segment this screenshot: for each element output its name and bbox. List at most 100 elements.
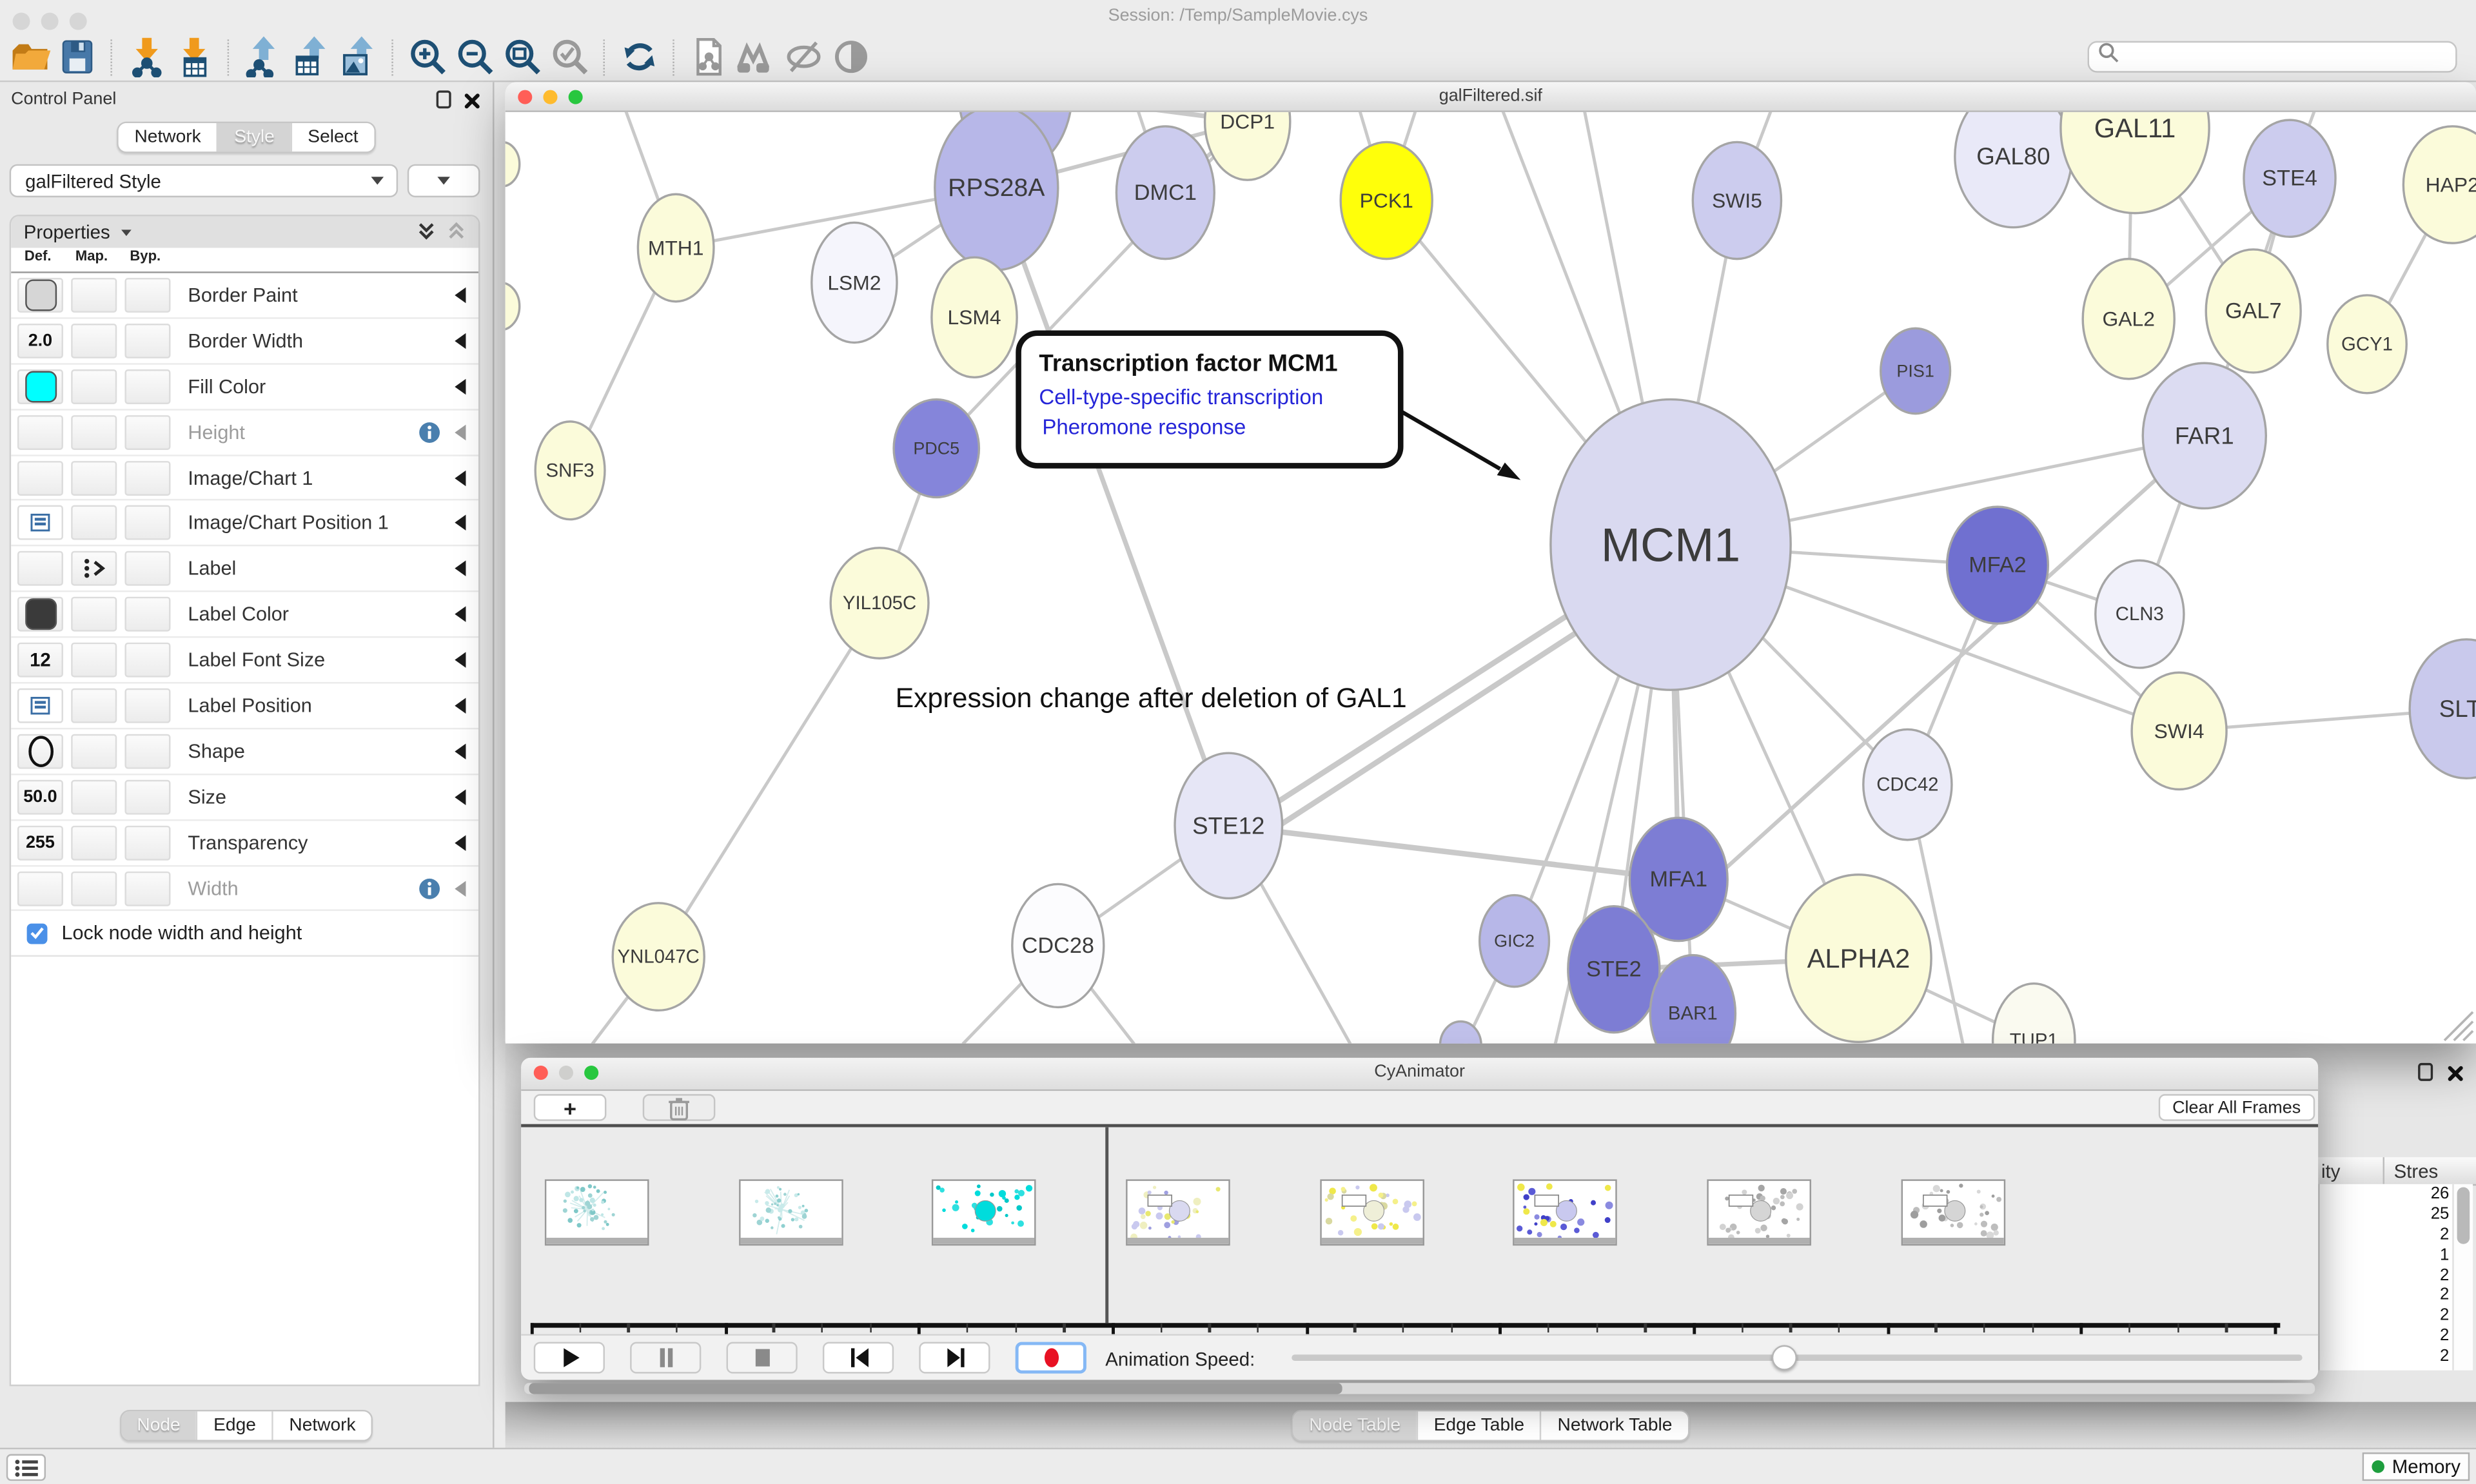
- property-row-border-paint[interactable]: Border Paint: [11, 273, 478, 319]
- slider-thumb[interactable]: [1772, 1345, 1797, 1371]
- mapping-cell[interactable]: [71, 369, 117, 404]
- close-panel-icon[interactable]: [2448, 1061, 2463, 1089]
- annotation-link[interactable]: Cell-type-specific transcription: [1039, 386, 1323, 409]
- property-row-height[interactable]: Height: [11, 410, 478, 456]
- default-value-cell[interactable]: [17, 871, 63, 906]
- expand-property-arrow[interactable]: [455, 333, 466, 348]
- skip-to-start-button[interactable]: [823, 1342, 894, 1374]
- table-row[interactable]: 2: [2320, 1225, 2454, 1245]
- cyanimator-titlebar[interactable]: CyAnimator: [521, 1058, 2318, 1091]
- animation-speed-slider[interactable]: [1292, 1354, 2302, 1361]
- annotation-link[interactable]: Pheromone response: [1042, 415, 1246, 439]
- table-row[interactable]: 1: [2320, 1245, 2454, 1265]
- property-row-label[interactable]: Label: [11, 547, 478, 592]
- frame-thumbnail-4[interactable]: [1320, 1179, 1424, 1245]
- default-value-cell[interactable]: [17, 415, 63, 449]
- zoom-in-icon[interactable]: [404, 35, 451, 79]
- frame-thumbnail-2[interactable]: [932, 1179, 1037, 1245]
- expand-property-arrow[interactable]: [455, 743, 466, 759]
- bypass-cell[interactable]: [124, 369, 170, 404]
- expand-property-arrow[interactable]: [455, 652, 466, 668]
- style-options-button[interactable]: [408, 164, 480, 197]
- lock-size-row[interactable]: Lock node width and height: [11, 912, 478, 957]
- expand-property-arrow[interactable]: [455, 789, 466, 805]
- column-header-centrality[interactable]: ity: [2321, 1160, 2340, 1182]
- import-table-icon[interactable]: [170, 35, 217, 79]
- timeline-playhead[interactable]: [1106, 1128, 1108, 1323]
- default-value-cell[interactable]: [17, 369, 63, 404]
- style-dropdown[interactable]: galFiltered Style: [10, 164, 398, 197]
- record-button[interactable]: [1016, 1342, 1086, 1374]
- expand-property-arrow[interactable]: [455, 835, 466, 850]
- bypass-cell[interactable]: [124, 506, 170, 541]
- bypass-cell[interactable]: [124, 643, 170, 678]
- zoom-fit-icon[interactable]: [499, 35, 546, 79]
- network-canvas[interactable]: DCP1RPS28ADMC1PCK1MTH1LSM2LSM4SWI5GAL80G…: [506, 112, 2476, 1044]
- bypass-cell[interactable]: [124, 460, 170, 495]
- expand-property-arrow[interactable]: [455, 698, 466, 713]
- default-value-cell[interactable]: 2.0: [17, 324, 63, 358]
- search-box[interactable]: [2088, 41, 2457, 73]
- table-row[interactable]: 2: [2320, 1327, 2454, 1347]
- expand-property-arrow[interactable]: [455, 561, 466, 576]
- frame-thumbnail-5[interactable]: [1513, 1179, 1618, 1245]
- clear-all-frames-button[interactable]: Clear All Frames: [2158, 1094, 2315, 1121]
- zoom-selected-icon[interactable]: [546, 35, 593, 79]
- property-row-label-color[interactable]: Label Color: [11, 592, 478, 638]
- close-panel-icon[interactable]: [464, 88, 480, 117]
- mapping-cell[interactable]: [71, 779, 117, 814]
- mapping-cell[interactable]: [71, 415, 117, 449]
- property-row-border-width[interactable]: 2.0Border Width: [11, 318, 478, 364]
- mapping-cell[interactable]: [71, 643, 117, 678]
- float-panel-icon[interactable]: [436, 88, 451, 117]
- table-row[interactable]: 2: [2320, 1347, 2454, 1367]
- bypass-cell[interactable]: [124, 688, 170, 723]
- bypass-cell[interactable]: [124, 551, 170, 586]
- property-row-transparency[interactable]: 255Transparency: [11, 821, 478, 866]
- expand-property-arrow[interactable]: [455, 880, 466, 895]
- attribute-table-body[interactable]: 26252122222: [2318, 1184, 2454, 1371]
- property-row-shape[interactable]: Shape: [11, 729, 478, 775]
- lock-size-checkbox[interactable]: [27, 924, 48, 944]
- zoom-out-icon[interactable]: [451, 35, 498, 79]
- mapping-cell[interactable]: [71, 597, 117, 632]
- default-value-cell[interactable]: 12: [17, 643, 63, 678]
- tab-style[interactable]: Style: [217, 123, 290, 151]
- table-row[interactable]: 2: [2320, 1306, 2454, 1327]
- frame-thumbnail-0[interactable]: [545, 1179, 649, 1245]
- import-network-icon[interactable]: [123, 35, 170, 79]
- save-session-icon[interactable]: [54, 35, 101, 79]
- tab-edge-table[interactable]: Edge Table: [1417, 1411, 1540, 1440]
- expand-property-arrow[interactable]: [455, 470, 466, 485]
- frame-thumbnail-6[interactable]: [1707, 1179, 1811, 1245]
- mapping-cell[interactable]: [71, 506, 117, 541]
- default-value-cell[interactable]: [17, 551, 63, 586]
- frame-thumbnail-7[interactable]: [1901, 1179, 2005, 1245]
- property-row-image-chart-position-1[interactable]: Image/Chart Position 1: [11, 501, 478, 547]
- open-session-icon[interactable]: [6, 35, 54, 79]
- frame-timeline[interactable]: 0123456789Seconds: [521, 1128, 2318, 1336]
- default-value-cell[interactable]: [17, 734, 63, 768]
- expand-property-arrow[interactable]: [455, 378, 466, 394]
- table-row[interactable]: 2: [2320, 1286, 2454, 1307]
- default-value-cell[interactable]: [17, 506, 63, 541]
- tab-select[interactable]: Select: [290, 123, 374, 151]
- export-table-icon[interactable]: [288, 35, 335, 79]
- apply-layout-icon[interactable]: [616, 35, 663, 79]
- column-header-stress[interactable]: Stres: [2394, 1160, 2439, 1182]
- table-horizontal-scrollbar[interactable]: [524, 1383, 2315, 1394]
- delete-frame-button[interactable]: [643, 1094, 716, 1121]
- expand-property-arrow[interactable]: [455, 424, 466, 440]
- float-panel-icon[interactable]: [2417, 1061, 2433, 1089]
- bypass-cell[interactable]: [124, 779, 170, 814]
- expand-property-arrow[interactable]: [455, 515, 466, 531]
- property-row-label-position[interactable]: Label Position: [11, 683, 478, 729]
- network-window-titlebar[interactable]: galFiltered.sif: [506, 82, 2476, 112]
- bypass-cell[interactable]: [124, 734, 170, 768]
- properties-header[interactable]: Properties: [11, 217, 478, 248]
- expand-property-arrow[interactable]: [455, 288, 466, 303]
- show-panels-button[interactable]: [6, 1454, 46, 1481]
- mapping-cell[interactable]: [71, 688, 117, 723]
- tab-edge[interactable]: Edge: [196, 1411, 271, 1440]
- tab-network[interactable]: Network: [119, 123, 217, 151]
